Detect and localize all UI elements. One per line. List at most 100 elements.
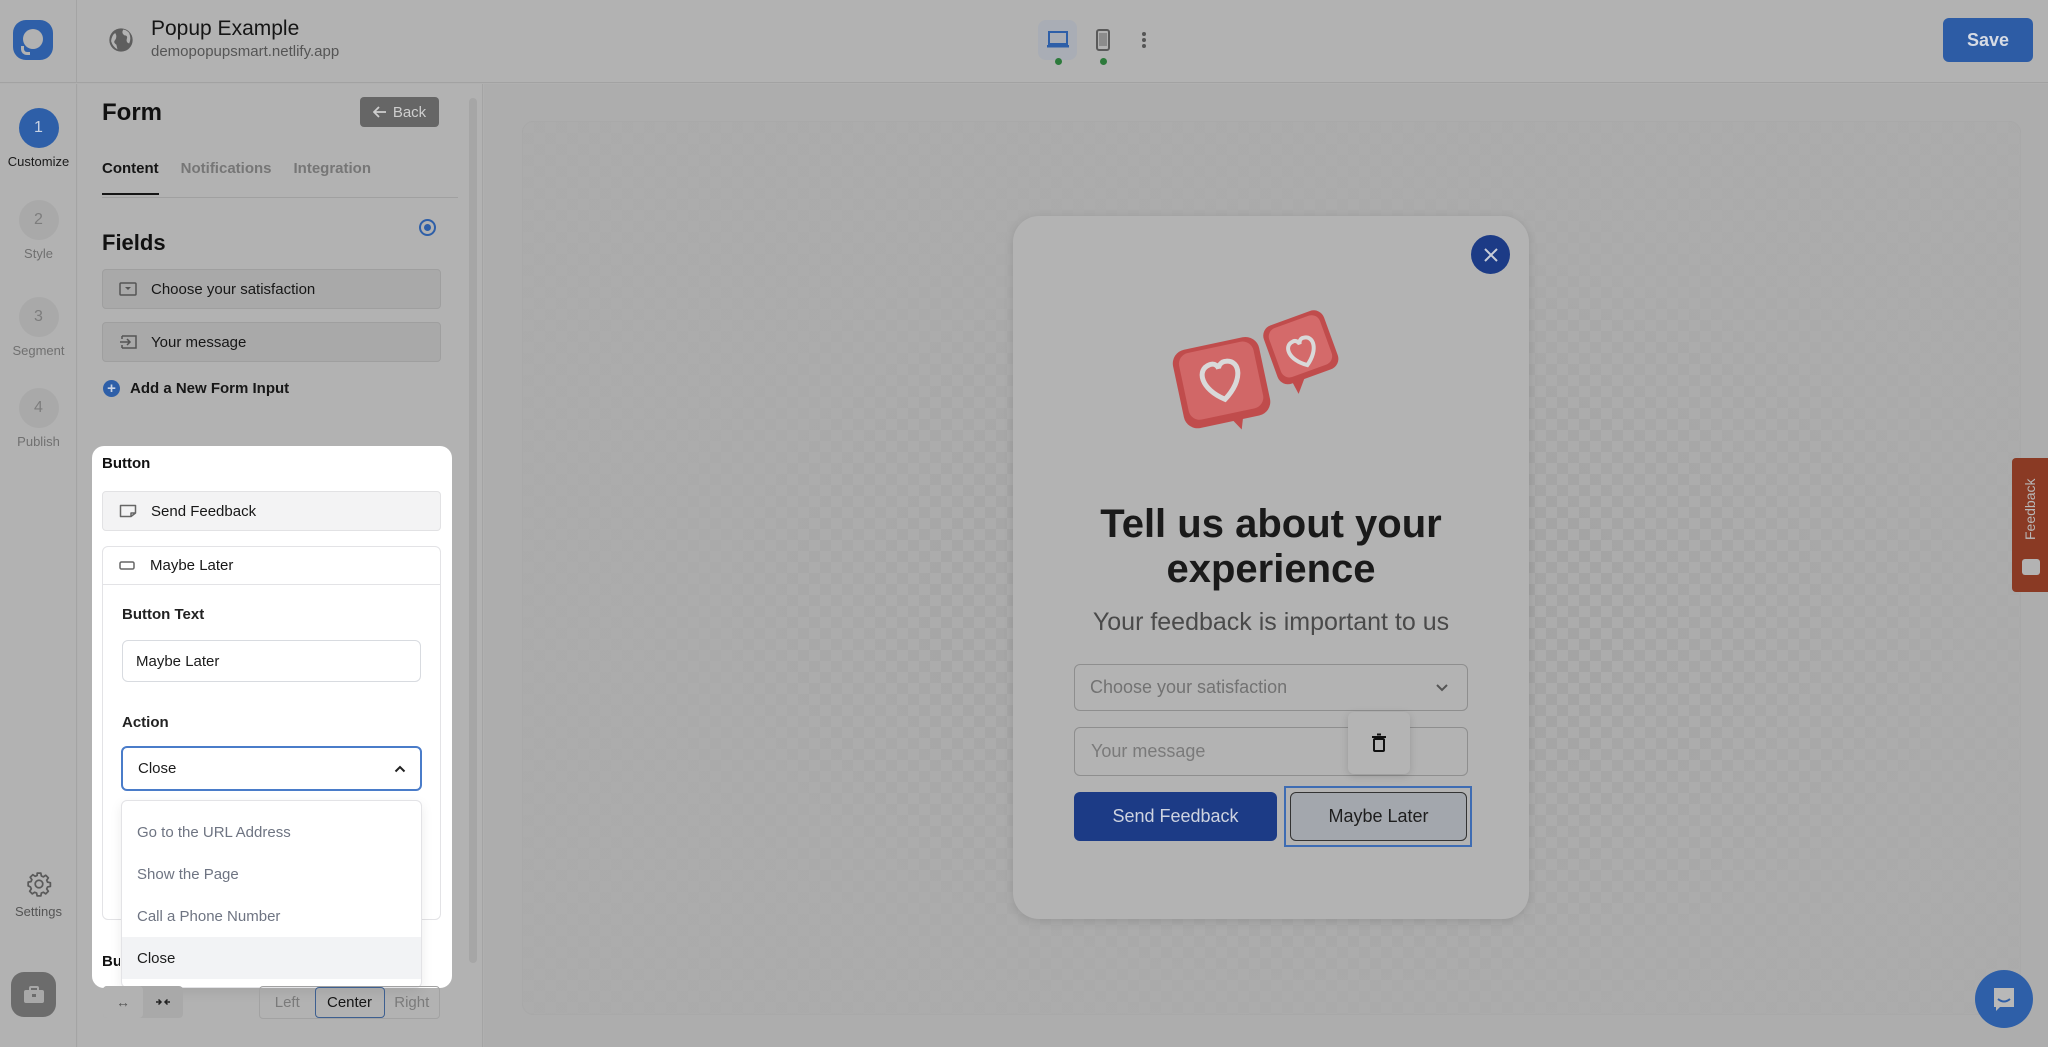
mobile-view-button[interactable] [1083,20,1122,65]
button-text-label: Button Text [122,606,205,623]
popup-subheading: Your feedback is important to us [1092,608,1450,636]
fields-heading: Fields [102,230,166,255]
laptop-icon [1046,31,1069,48]
radio-target-icon[interactable] [419,219,436,236]
desktop-view-button[interactable] [1038,20,1077,65]
tab-integration[interactable]: Integration [294,160,372,195]
settings-button[interactable]: Settings [0,871,77,919]
status-dot [1100,58,1107,65]
dropdown-field-icon [119,282,137,296]
popup-heading: Tell us about your experience [1100,502,1442,591]
tab-content[interactable]: Content [102,160,159,195]
action-label: Action [122,714,169,731]
briefcase-icon [23,985,44,1003]
site-url: demopopupsmart.netlify.app [151,43,340,60]
step-publish[interactable]: 4 Publish [0,388,77,449]
panel-scrollbar[interactable] [469,98,477,963]
site-title: Popup Example [151,17,300,40]
popup-close-button[interactable] [1471,235,1510,274]
step-number: 2 [18,200,59,240]
action-select-value: Close [138,760,177,777]
step-label: Segment [12,343,65,358]
step-label: Publish [17,434,60,449]
logo-column [0,0,77,83]
mobile-icon [1095,29,1110,51]
add-form-input-button[interactable]: + Add a New Form Input [103,380,289,397]
step-customize[interactable]: 1 Customize [0,108,77,169]
button-item-label: Send Feedback [151,502,257,520]
action-option-close[interactable]: Close [122,937,421,979]
trash-icon [1372,733,1386,752]
next-section-label: Bu [102,953,120,970]
action-dropdown-menu: Go to the URL Address Show the Page Call… [121,800,422,988]
align-center-button[interactable]: Center [314,987,385,1018]
button-alignment-group: Left Center Right [259,986,440,1019]
tab-notifications[interactable]: Notifications [181,160,272,195]
button-item-maybe-later[interactable]: Maybe Later [102,546,441,585]
status-dot [1055,58,1062,65]
device-switcher [1038,20,1154,65]
field-item-satisfaction[interactable]: Choose your satisfaction [102,269,441,309]
step-navigation: 1 Customize 2 Style 3 Segment 4 Publish … [0,84,77,1047]
step-number: 3 [18,297,59,337]
button-item-send-feedback[interactable]: Send Feedback [102,491,441,531]
field-label: Choose your satisfaction [151,280,316,298]
sticky-note-icon [119,504,137,518]
close-icon [1483,247,1498,262]
action-select[interactable]: Close [121,746,422,791]
popupsmart-logo-icon[interactable] [13,20,53,60]
satisfaction-select-placeholder: Choose your satisfaction [1090,677,1288,697]
text-input-field-icon [120,335,137,349]
more-options-button[interactable] [1134,20,1154,60]
top-bar: Popup Example demopopupsmart.netlify.app… [0,0,2048,83]
button-section-title: Button [102,455,151,472]
panel-title: Form [102,99,162,126]
field-label: Your message [151,333,247,351]
button-text-input[interactable] [122,640,421,682]
smiley-face-icon [2022,559,2040,575]
settings-label: Settings [15,904,62,919]
align-left-button[interactable]: Left [260,987,315,1018]
action-option-call-phone[interactable]: Call a Phone Number [122,895,421,937]
step-label: Customize [7,154,70,169]
back-button[interactable]: Back [360,97,439,127]
save-button[interactable]: Save [1943,18,2033,62]
portfolio-button[interactable] [11,972,56,1017]
gear-icon [26,872,51,897]
tabs-divider [102,197,458,198]
feedback-tab-label: Feedback [2022,478,2038,540]
action-option-show-page[interactable]: Show the Page [122,853,421,895]
chevron-up-icon [394,765,406,772]
full-width-button[interactable]: ↔ [103,986,143,1018]
align-right-button[interactable]: Right [385,987,440,1018]
step-segment[interactable]: 3 Segment [0,297,77,358]
field-item-message[interactable]: Your message [102,322,441,362]
popup-maybe-later-button[interactable]: Maybe Later [1290,792,1467,841]
arrows-expand-icon: ↔ [116,994,130,1010]
arrow-left-icon [372,106,386,118]
hearts-illustration-icon [1172,310,1339,430]
plus-circle-icon: + [103,380,120,397]
back-button-label: Back [392,103,427,121]
action-option-url[interactable]: Go to the URL Address [122,811,421,853]
satisfaction-select[interactable]: Choose your satisfaction [1074,664,1468,711]
button-item-label: Maybe Later [150,556,234,574]
vertical-dots-icon [1142,32,1146,48]
step-label: Style [24,246,53,261]
step-style[interactable]: 2 Style [0,200,77,261]
fit-width-button[interactable] [143,986,183,1018]
panel-tabs: Content Notifications Integration [102,160,371,195]
chat-widget-button[interactable] [1975,970,2033,1028]
popup-send-feedback-button[interactable]: Send Feedback [1074,792,1277,841]
add-form-input-label: Add a New Form Input [130,380,290,397]
button-width-toggle: ↔ [103,986,183,1018]
feedback-tab[interactable]: Feedback [2012,458,2048,592]
chat-smile-icon [1994,988,2014,1011]
chevron-down-icon [1436,683,1448,691]
delete-element-button[interactable] [1348,712,1410,774]
step-number: 4 [18,388,59,428]
button-outline-icon [119,561,135,570]
arrows-collapse-icon [156,998,170,1006]
message-input-placeholder: Your message [1091,741,1206,761]
globe-icon [109,28,133,52]
